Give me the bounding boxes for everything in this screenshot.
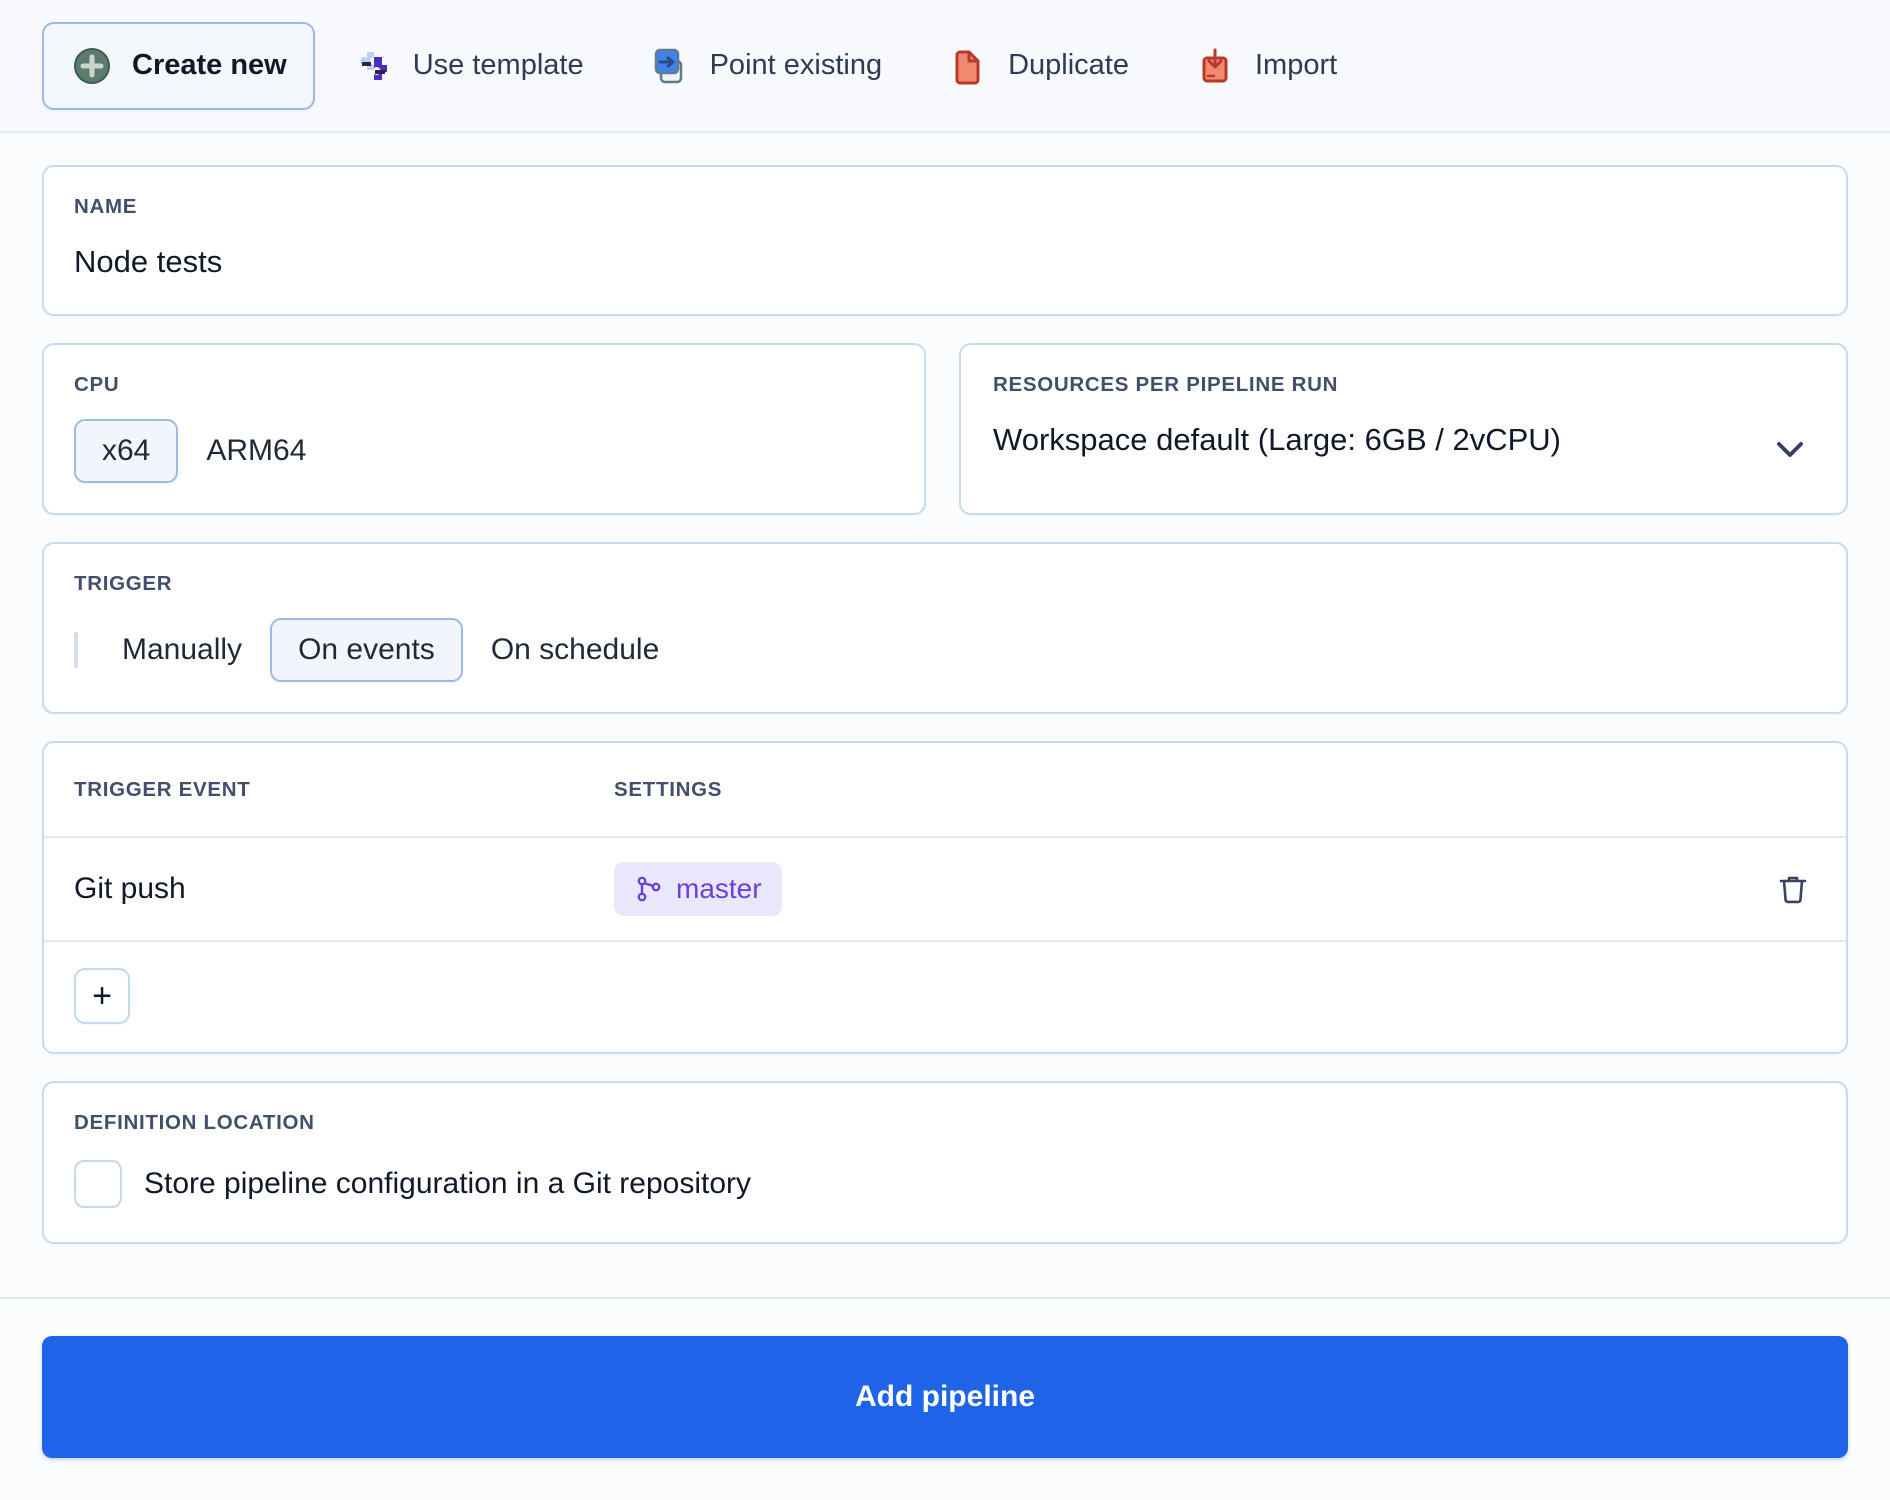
tab-duplicate[interactable]: Duplicate	[918, 22, 1157, 110]
tab-use-template[interactable]: Use template	[323, 22, 612, 110]
trigger-panel: TRIGGER Manually On events On schedule	[42, 542, 1848, 714]
cpu-option-group: x64 ARM64	[74, 419, 894, 483]
cpu-option-x64[interactable]: x64	[74, 419, 179, 483]
trigger-option-manually[interactable]: Manually	[94, 618, 270, 682]
branch-badge-label: master	[676, 873, 762, 904]
trigger-option-on-events[interactable]: On events	[270, 618, 463, 682]
trigger-option-on-schedule[interactable]: On schedule	[463, 618, 687, 682]
point-existing-icon	[648, 44, 692, 88]
cpu-option-arm64[interactable]: ARM64	[178, 419, 334, 483]
trigger-event-settings: master	[614, 862, 1770, 916]
chevron-down-icon[interactable]	[1772, 431, 1808, 467]
tab-point-existing[interactable]: Point existing	[620, 22, 911, 110]
cpu-label: CPU	[74, 373, 120, 396]
definition-location-panel: DEFINITION LOCATION Store pipeline confi…	[42, 1081, 1848, 1244]
tab-import[interactable]: Import	[1165, 22, 1365, 110]
pipeline-form: NAME Node tests CPU x64 ARM64 RESOURCES …	[0, 133, 1890, 1297]
form-footer: Add pipeline	[0, 1297, 1890, 1500]
trigger-label: TRIGGER	[74, 572, 173, 595]
tab-point-existing-label: Point existing	[709, 49, 883, 81]
plus-circle-icon	[70, 44, 114, 88]
column-header-settings: SETTINGS	[614, 777, 723, 801]
table-header-row: TRIGGER EVENT SETTINGS	[44, 743, 1846, 838]
trigger-option-group: Manually On events On schedule	[74, 618, 1816, 682]
tab-create-new-label: Create new	[132, 49, 287, 81]
trigger-group-divider	[74, 632, 78, 668]
cpu-panel: CPU x64 ARM64	[42, 343, 926, 515]
trigger-event-name: Git push	[74, 872, 186, 905]
tab-use-template-label: Use template	[412, 49, 584, 81]
tab-create-new[interactable]: Create new	[42, 21, 315, 110]
import-icon	[1193, 44, 1237, 88]
store-config-in-git-checkbox[interactable]	[74, 1160, 122, 1208]
column-header-trigger-event: TRIGGER EVENT	[74, 777, 251, 801]
definition-location-label: DEFINITION LOCATION	[74, 1111, 315, 1134]
add-pipeline-button[interactable]: Add pipeline	[42, 1336, 1848, 1458]
tab-duplicate-label: Duplicate	[1008, 49, 1129, 81]
git-branch-icon	[634, 874, 664, 904]
store-config-in-git-label: Store pipeline configuration in a Git re…	[144, 1167, 752, 1200]
pipeline-source-tabbar: Create new Use template Point existing D…	[0, 0, 1890, 133]
delete-trigger-event-button[interactable]	[1770, 866, 1816, 912]
resources-label: RESOURCES PER PIPELINE RUN	[993, 373, 1339, 396]
resources-select-value[interactable]: Workspace default (Large: 6GB / 2vCPU)	[993, 422, 1816, 458]
table-footer: +	[44, 942, 1846, 1052]
puzzle-piece-icon	[351, 44, 395, 88]
add-trigger-event-button[interactable]: +	[74, 968, 130, 1024]
branch-badge[interactable]: master	[614, 862, 782, 916]
trigger-events-table: TRIGGER EVENT SETTINGS Git push master +	[42, 741, 1848, 1054]
name-panel: NAME Node tests	[42, 165, 1848, 316]
definition-location-option: Store pipeline configuration in a Git re…	[74, 1160, 1816, 1208]
table-row[interactable]: Git push master	[44, 838, 1846, 942]
duplicate-icon	[946, 44, 990, 88]
cpu-resources-row: CPU x64 ARM64 RESOURCES PER PIPELINE RUN…	[42, 343, 1848, 542]
name-input[interactable]: Node tests	[74, 244, 1816, 280]
tab-import-label: Import	[1255, 49, 1338, 81]
trash-icon	[1776, 872, 1810, 906]
name-label: NAME	[74, 195, 138, 218]
resources-panel: RESOURCES PER PIPELINE RUN Workspace def…	[959, 343, 1848, 515]
